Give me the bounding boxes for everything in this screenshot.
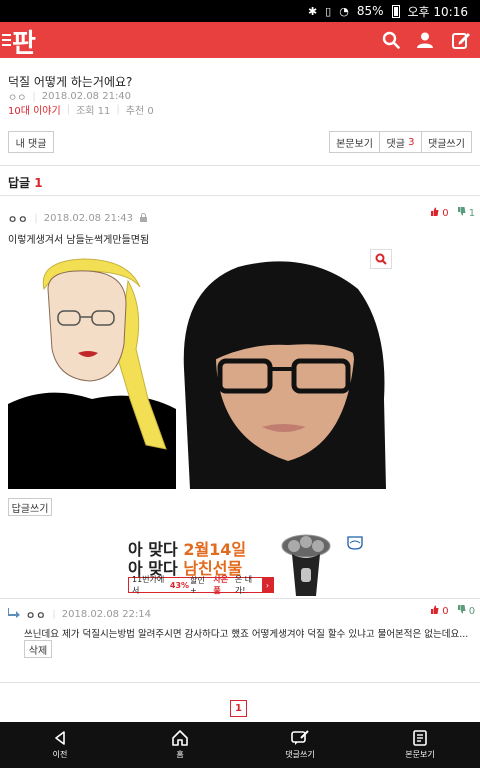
- reply-image[interactable]: [8, 249, 392, 489]
- post-title: 덕질 어떻게 하는거에요?: [8, 75, 133, 89]
- nav-prev[interactable]: 이전: [0, 722, 120, 768]
- reply-up-count: 0: [442, 208, 449, 219]
- comment-write-icon: [291, 730, 309, 745]
- comment-votes: 0 0: [430, 605, 475, 617]
- bottom-nav: 이전 홈 댓글쓰기 본문보기: [0, 722, 480, 768]
- document-icon: [413, 730, 427, 746]
- magnifier-icon: [375, 253, 387, 265]
- divider: [0, 165, 480, 166]
- nav-post-label: 본문보기: [405, 750, 435, 759]
- view-post-button[interactable]: 본문보기: [330, 132, 380, 152]
- write-comment-button[interactable]: 댓글쓰기: [422, 132, 471, 152]
- thumbs-down-icon: [457, 605, 466, 614]
- ad-cta-pct: 43%: [169, 580, 190, 590]
- reply-downvote[interactable]: 1: [457, 207, 476, 219]
- reply-write-button[interactable]: 답글쓰기: [8, 498, 52, 516]
- ad-cta-suffix: 은 내가!: [234, 575, 253, 595]
- comment-downvote[interactable]: 0: [457, 605, 476, 617]
- replies-count: 1: [34, 176, 43, 190]
- zoom-button[interactable]: [370, 249, 392, 269]
- comments-button[interactable]: 댓글 3: [380, 132, 422, 152]
- thumbs-down-icon: [457, 207, 466, 216]
- home-icon: [172, 730, 188, 746]
- reply-author: ㅇㅇ: [8, 215, 29, 226]
- post-date: 2018.02.08 21:40: [41, 91, 132, 102]
- comment-meta: ㅇㅇ | 2018.02.08 22:14: [8, 607, 151, 622]
- chevron-right-icon: ›: [261, 578, 273, 592]
- vibrate-icon: ▯: [325, 4, 332, 18]
- lock-icon: [139, 212, 148, 225]
- page-number[interactable]: 1: [230, 700, 247, 717]
- user-icon[interactable]: [414, 29, 436, 51]
- divider: [0, 682, 480, 683]
- replies-heading: 답글 1: [8, 174, 43, 191]
- reply-text: 이렇게생겨서 남들눈썩게만들면됨: [8, 235, 150, 246]
- nav-post[interactable]: 본문보기: [360, 722, 480, 768]
- reply-down-count: 1: [468, 208, 476, 219]
- comment-up-count: 0: [442, 606, 449, 617]
- comment-down-count: 0: [468, 606, 476, 617]
- comment-author: ㅇㅇ: [26, 611, 47, 622]
- nav-prev-label: 이전: [52, 750, 68, 759]
- wifi-icon: ◔: [339, 4, 349, 18]
- post-recommend: 추천 0: [125, 106, 154, 117]
- reply-date: 2018.02.08 21:43: [43, 213, 134, 224]
- battery-icon: [391, 4, 400, 18]
- back-icon: [55, 731, 65, 745]
- post-stats: 10대 이야기 | 조회 11 | 추천 0: [8, 102, 154, 117]
- ad-cta-mid: 할인 +: [190, 576, 205, 595]
- ad-cta[interactable]: 11번가에서 43% 할인 + 사은품 은 내가! ›: [128, 575, 274, 595]
- comment-date: 2018.02.08 22:14: [61, 609, 152, 620]
- clock: 오후 10:16: [407, 4, 468, 19]
- reply-arrow-icon: [8, 608, 20, 621]
- divider: [0, 598, 480, 599]
- compose-icon[interactable]: [450, 29, 472, 51]
- replies-label: 답글: [8, 176, 31, 190]
- ad-cta-prefix: 11번가에서: [132, 575, 165, 595]
- comment-text: 쓰닌데요 제가 덕질시는방법 알려주시면 감사하다고 했죠 어떻게생겨야 덕질 …: [24, 629, 469, 640]
- ad-cta-gift: 사은품: [213, 575, 229, 595]
- search-icon[interactable]: [380, 29, 402, 51]
- comments-label: 댓글: [386, 138, 405, 150]
- nav-write[interactable]: 댓글쓰기: [240, 722, 360, 768]
- philips-logo: [346, 536, 366, 554]
- thumbs-up-icon: [431, 605, 439, 614]
- app-bar: 판: [0, 22, 480, 58]
- app-logo[interactable]: 판: [12, 23, 36, 60]
- comment-upvote[interactable]: 0: [430, 605, 449, 617]
- thumbs-up-icon: [431, 207, 439, 216]
- reply-votes: 0 1: [430, 207, 475, 219]
- nav-write-label: 댓글쓰기: [285, 750, 315, 759]
- bluetooth-icon: ✱: [307, 4, 318, 18]
- nav-home-label: 홈: [176, 750, 184, 759]
- ad-banner[interactable]: 아 맞다 2월14일 아 맞다 남친선물 11번가에서 43% 할인 + 사은품…: [0, 528, 480, 598]
- menu-icon[interactable]: [2, 34, 11, 46]
- battery-percent: 85%: [356, 4, 384, 18]
- reply-meta: ㅇㅇ | 2018.02.08 21:43: [8, 211, 148, 226]
- status-bar: ✱ ▯ ◔ 85% 오후 10:16: [0, 0, 480, 22]
- post-actions: 본문보기 댓글 3 댓글쓰기: [329, 131, 472, 153]
- reply-upvote[interactable]: 0: [430, 207, 449, 219]
- delete-button[interactable]: 삭제: [24, 640, 52, 658]
- nav-home[interactable]: 홈: [120, 722, 240, 768]
- divider: [0, 195, 480, 196]
- comments-count: 3: [408, 136, 415, 148]
- post-category[interactable]: 10대 이야기: [8, 102, 61, 117]
- my-comments-button[interactable]: 내 댓글: [8, 131, 54, 153]
- shaver-image: [281, 534, 331, 596]
- post-views: 조회 11: [76, 106, 111, 117]
